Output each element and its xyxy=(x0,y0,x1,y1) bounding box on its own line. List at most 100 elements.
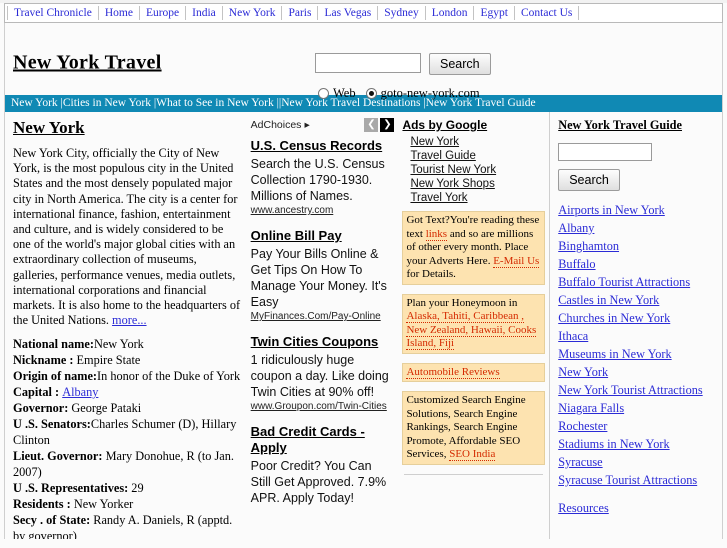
adchoices-label: AdChoices xyxy=(250,119,302,131)
sidebar-search-button[interactable]: Search xyxy=(558,169,620,191)
header-search: Search xyxy=(315,53,491,75)
text-ad[interactable]: Online Bill Pay Pay Your Bills Online & G… xyxy=(251,228,395,322)
sidebar-search-input[interactable] xyxy=(559,144,656,162)
topnav-item-0[interactable]: Travel Chronicle xyxy=(7,6,99,20)
fact-label: U .S. Representatives: xyxy=(13,481,132,496)
sidebar-link[interactable]: Syracuse xyxy=(558,453,716,471)
ad-title-link[interactable]: U.S. Census Records xyxy=(251,138,395,154)
sponsor-link[interactable]: SEO India xyxy=(449,448,496,461)
fact-value: 29 xyxy=(131,481,144,496)
fact-label: Residents : xyxy=(13,497,74,512)
sidebar-search-input-wrapper[interactable] xyxy=(558,143,656,162)
ad-url-link[interactable]: MyFinances.Com/Pay-Online xyxy=(251,311,395,322)
sidebar-link[interactable]: Niagara Falls xyxy=(558,399,716,417)
adchoices-label-wrap[interactable]: AdChoices ▸ xyxy=(251,119,310,131)
sidebar-link[interactable]: Syracuse Tourist Attractions xyxy=(558,471,716,489)
sponsor-box-automobile-reviews[interactable]: Automobile Reviews xyxy=(402,362,546,382)
fact-row: Lieut. Governor: Mary Donohue, R (to Jan… xyxy=(13,448,241,480)
google-keyword-link[interactable]: Travel Guide xyxy=(410,149,545,163)
search-input-wrapper[interactable] xyxy=(315,53,422,74)
fact-row: Residents : New Yorker xyxy=(13,496,241,512)
fact-value-link[interactable]: Albany xyxy=(62,385,98,399)
sidebar-link[interactable]: Buffalo xyxy=(558,255,716,273)
page-root: Travel Chronicle Home Europe India New York P… xyxy=(0,3,727,548)
google-keyword-link[interactable]: New York Shops xyxy=(410,177,545,191)
topnav-item-10[interactable]: Contact Us xyxy=(515,6,580,20)
main-content-column: New York New York City, officially the C… xyxy=(5,112,249,539)
sidebar-link[interactable]: New York Tourist Attractions xyxy=(558,381,716,399)
fact-value: Empire State xyxy=(76,353,141,368)
sidebar-link[interactable]: Churches in New York xyxy=(558,309,716,327)
search-input[interactable] xyxy=(318,54,422,74)
sidebar-link[interactable]: Rochester xyxy=(558,417,716,435)
topnav-item-7[interactable]: Sydney xyxy=(378,6,426,20)
fact-label: Nickname : xyxy=(13,353,77,368)
sidebar-link[interactable]: Airports in New York xyxy=(558,201,716,219)
google-keyword-link[interactable]: New York xyxy=(410,135,545,149)
radio-web[interactable]: Web xyxy=(318,86,356,101)
search-button[interactable]: Search xyxy=(429,53,491,75)
sponsor-link[interactable]: Automobile Reviews xyxy=(406,365,500,379)
topnav-item-2[interactable]: Europe xyxy=(140,6,187,20)
sponsor-link[interactable]: Alaska, Tahiti, Caribbean , New Zealand,… xyxy=(406,310,537,350)
state-facts-list: National name:New York Nickname : Empire … xyxy=(13,336,241,539)
sponsor-text: for Details. xyxy=(406,268,456,280)
divider xyxy=(404,473,544,475)
sidebar-link[interactable]: Ithaca xyxy=(558,327,716,345)
topnav-item-5[interactable]: Paris xyxy=(282,6,319,20)
ad-url-link[interactable]: www.ancestry.com xyxy=(251,205,395,216)
chevron-left-icon[interactable]: ❮ xyxy=(364,118,379,132)
topnav-item-1[interactable]: Home xyxy=(99,6,140,20)
chevron-right-icon[interactable]: ❯ xyxy=(380,118,395,132)
fact-row: Governor: George Pataki xyxy=(13,400,241,416)
sponsor-box-seo[interactable]: Customized Search Engine Solutions, Sear… xyxy=(402,391,546,465)
ad-url-link[interactable]: www.Groupon.com/Twin-Cities xyxy=(251,401,395,412)
google-keyword-link[interactable]: Tourist New York xyxy=(410,163,545,177)
sidebar-link[interactable]: Binghamton xyxy=(558,237,716,255)
topnav-item-3[interactable]: India xyxy=(186,6,223,20)
fact-label: U .S. Senators: xyxy=(13,417,91,432)
radio-site[interactable]: goto-new-york.com xyxy=(365,86,480,101)
ad-list: U.S. Census Records Search the U.S. Censu… xyxy=(251,138,395,506)
fact-label: Capital : xyxy=(13,385,63,400)
fact-row: Origin of name:In honor of the Duke of Y… xyxy=(13,368,241,384)
sponsor-box-got-text[interactable]: Got Text?You're reading these text links… xyxy=(402,211,546,285)
google-keyword-link[interactable]: Travel York xyxy=(410,191,545,205)
sponsor-link[interactable]: E-Mail Us xyxy=(493,254,540,268)
sponsor-link[interactable]: links xyxy=(425,227,448,241)
radio-site-indicator[interactable] xyxy=(365,88,377,99)
ad-title-link[interactable]: Online Bill Pay xyxy=(251,228,395,244)
topnav-item-4[interactable]: New York xyxy=(223,6,283,20)
read-more-link[interactable]: more... xyxy=(112,313,147,327)
sidebar-resources-link[interactable]: Resources xyxy=(558,499,716,517)
content-columns: New York New York City, officially the C… xyxy=(4,112,723,539)
text-ad[interactable]: Twin Cities Coupons 1 ridiculously huge c… xyxy=(251,334,395,412)
text-ad[interactable]: U.S. Census Records Search the U.S. Censu… xyxy=(251,138,395,216)
fact-label: Secy . of State: xyxy=(13,513,94,528)
article-title: New York xyxy=(13,118,85,137)
sidebar-link[interactable]: Castles in New York xyxy=(558,291,716,309)
text-ad[interactable]: Bad Credit Cards - Apply Poor Credit? You… xyxy=(251,424,395,506)
topnav-item-8[interactable]: London xyxy=(426,6,475,20)
fact-value: In honor of the Duke of York xyxy=(97,369,241,384)
ad-title-link[interactable]: Bad Credit Cards - Apply xyxy=(251,424,395,456)
search-scope-radios: Web goto-new-york.com xyxy=(318,86,480,101)
sidebar-link[interactable]: Stadiums in New York xyxy=(558,435,716,453)
sponsor-text: Plan your Honeymoon in xyxy=(406,296,518,309)
sidebar-link[interactable]: Buffalo Tourist Attractions xyxy=(558,273,716,291)
ad-pager: ❮ ❯ xyxy=(364,118,395,132)
fact-label: Lieut. Governor: xyxy=(13,449,106,464)
sidebar-link[interactable]: Museums in New York xyxy=(558,345,716,363)
ad-title-link[interactable]: Twin Cities Coupons xyxy=(251,334,395,350)
sidebar-link[interactable]: Albany xyxy=(558,219,716,237)
sponsor-box-honeymoon[interactable]: Plan your Honeymoon in Alaska, Tahiti, C… xyxy=(402,293,546,354)
page-title: New York Travel xyxy=(13,51,162,74)
sidebar-link[interactable]: New York xyxy=(558,363,716,381)
sidebar: New York Travel Guide Search Airports in… xyxy=(550,112,722,539)
ad-description: Pay Your Bills Online & Get Tips On How … xyxy=(250,247,387,309)
ad-description: Poor Credit? You Can Still Get Approved.… xyxy=(250,459,387,505)
topnav-item-6[interactable]: Las Vegas xyxy=(318,6,379,20)
radio-web-indicator[interactable] xyxy=(318,88,329,99)
topnav-item-9[interactable]: Egypt xyxy=(474,6,515,20)
